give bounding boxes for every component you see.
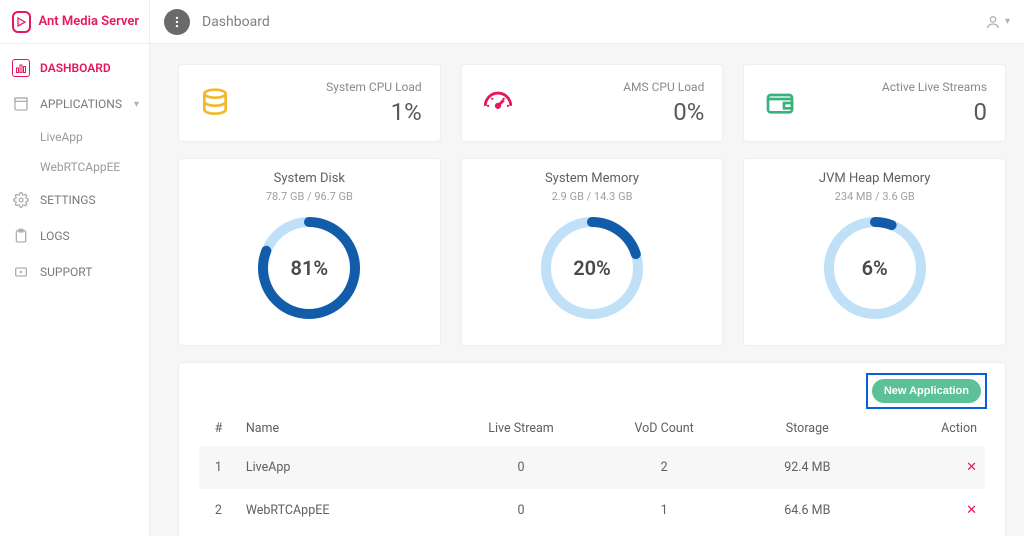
stat-value: 1% [326,98,422,126]
gauge-value: 6% [820,213,930,323]
col-header-name: Name [238,411,449,446]
gauge-title: System Memory [472,171,713,186]
card-system-disk: System Disk 78.7 GB / 96.7 GB 81% [178,158,441,346]
wallet-icon [762,85,798,121]
support-icon [12,263,30,281]
cell-storage: 92.4 MB [736,446,880,489]
stat-label: Active Live Streams [882,80,987,94]
cell-index: 1 [199,446,238,489]
gauge-subtitle: 234 MB / 3.6 GB [754,190,995,203]
nav: DASHBOARD APPLICATIONS ▾ LiveApp WebRTCA… [0,44,149,296]
content: System CPU Load 1% AMS CPU Load 0% Activ… [150,44,1024,536]
gauge-title: JVM Heap Memory [754,171,995,186]
new-application-highlight: New Application [866,373,987,409]
cell-name: WebRTCAppEE [238,489,449,532]
menu-toggle-button[interactable] [164,9,190,35]
clipboard-icon [12,227,30,245]
sidebar-item-settings[interactable]: SETTINGS [0,182,149,218]
gauge-memory: 20% [537,213,647,323]
database-icon [197,85,233,121]
stat-label: System CPU Load [326,80,422,94]
chevron-down-icon: ▾ [134,99,139,110]
sidebar-item-webrtcappee[interactable]: WebRTCAppEE [0,152,149,182]
table-row: 2 WebRTCAppEE 0 1 64.6 MB ✕ [199,489,985,532]
cell-vod: 1 [593,489,736,532]
card-system-memory: System Memory 2.9 GB / 14.3 GB 20% [461,158,724,346]
delete-button[interactable]: ✕ [966,460,977,475]
col-header-index: # [199,411,238,446]
topbar: Dashboard ▾ [150,0,1024,44]
page-title: Dashboard [202,14,270,30]
card-system-cpu: System CPU Load 1% [178,64,441,142]
applications-table: # Name Live Stream VoD Count Storage Act… [199,411,985,532]
cell-vod: 2 [593,446,736,489]
cell-storage: 64.6 MB [736,489,880,532]
sidebar: Ant Media Server DASHBOARD APPLICATIONS … [0,0,150,536]
card-applications-table: New Application # Name Live Stream VoD C… [178,362,1006,536]
chevron-down-icon: ▾ [1005,16,1010,27]
gauge-title: System Disk [189,171,430,186]
gauge-subtitle: 2.9 GB / 14.3 GB [472,190,713,203]
sidebar-item-label: SETTINGS [40,193,96,207]
sidebar-item-label: APPLICATIONS [40,97,122,111]
sidebar-item-support[interactable]: SUPPORT [0,254,149,290]
col-header-action: Action [879,411,985,446]
sidebar-item-dashboard[interactable]: DASHBOARD [0,50,149,86]
dashboard-icon [12,59,30,77]
col-header-vod: VoD Count [593,411,736,446]
sidebar-item-applications[interactable]: APPLICATIONS ▾ [0,86,149,122]
sidebar-item-logs[interactable]: LOGS [0,218,149,254]
col-header-storage: Storage [736,411,880,446]
gauge-disk: 81% [254,213,364,323]
sidebar-item-label: DASHBOARD [40,61,111,75]
logo[interactable]: Ant Media Server [0,0,149,44]
delete-button[interactable]: ✕ [966,503,977,518]
gauge-value: 20% [537,213,647,323]
gauge-value: 81% [254,213,364,323]
new-application-button[interactable]: New Application [872,379,981,403]
cell-name: LiveApp [238,446,449,489]
gauge-jvm: 6% [820,213,930,323]
sidebar-item-liveapp[interactable]: LiveApp [0,122,149,152]
stat-value: 0% [623,98,704,126]
card-ams-cpu: AMS CPU Load 0% [461,64,724,142]
card-jvm-heap: JVM Heap Memory 234 MB / 3.6 GB 6% [743,158,1006,346]
gear-icon [12,191,30,209]
card-active-streams: Active Live Streams 0 [743,64,1006,142]
cell-index: 2 [199,489,238,532]
applications-icon [12,95,30,113]
col-header-live: Live Stream [449,411,592,446]
sidebar-item-label: LOGS [40,229,70,243]
user-menu[interactable]: ▾ [985,14,1010,30]
cell-live: 0 [449,489,592,532]
table-row: 1 LiveApp 0 2 92.4 MB ✕ [199,446,985,489]
user-icon [985,14,1001,30]
stat-label: AMS CPU Load [623,80,704,94]
stat-value: 0 [882,98,987,126]
cell-live: 0 [449,446,592,489]
gauge-subtitle: 78.7 GB / 96.7 GB [189,190,430,203]
sidebar-item-label: SUPPORT [40,265,92,279]
logo-text: Ant Media Server [39,14,139,29]
gauge-icon [480,85,516,121]
logo-icon [12,11,31,33]
